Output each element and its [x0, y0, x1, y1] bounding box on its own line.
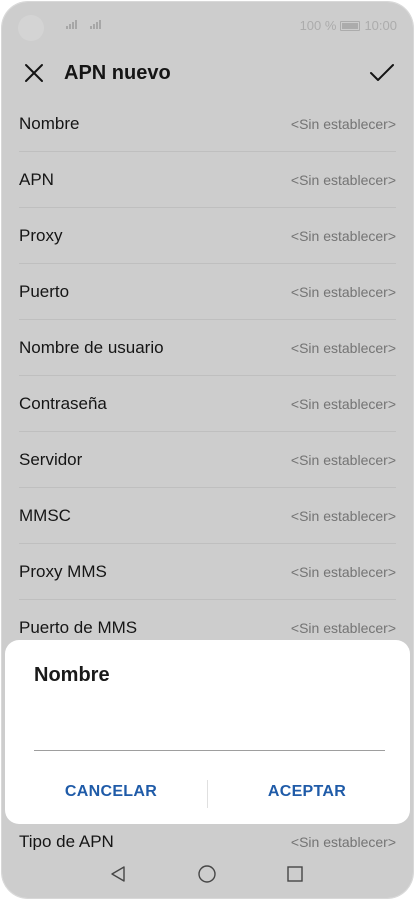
setting-value: <Sin establecer> — [290, 507, 396, 524]
apn-settings-list: Nombre <Sin establecer> APN <Sin estable… — [2, 96, 413, 656]
setting-value: <Sin establecer> — [290, 339, 396, 356]
back-triangle-icon[interactable] — [108, 864, 128, 884]
signal-icon — [66, 20, 77, 29]
setting-row-puerto[interactable]: Puerto <Sin establecer> — [19, 264, 396, 320]
battery-percent: 100 % — [299, 18, 337, 33]
setting-row-proxy-mms[interactable]: Proxy MMS <Sin establecer> — [19, 544, 396, 600]
accept-button[interactable]: ACEPTAR — [217, 772, 397, 812]
dialog-title: Nombre — [34, 664, 110, 686]
setting-label: Tipo de APN — [19, 832, 114, 851]
name-dialog: Nombre CANCELAR ACEPTAR — [5, 640, 410, 824]
cancel-button[interactable]: CANCELAR — [21, 772, 201, 812]
setting-value: <Sin establecer> — [290, 171, 396, 188]
app-header: APN nuevo — [2, 50, 413, 96]
clock: 10:00 — [364, 18, 397, 33]
setting-value: <Sin establecer> — [290, 283, 396, 300]
setting-value: <Sin establecer> — [290, 563, 396, 580]
button-divider — [207, 780, 208, 808]
setting-label: Servidor — [19, 449, 83, 469]
setting-label: Nombre — [19, 113, 80, 133]
close-icon[interactable] — [18, 57, 50, 89]
setting-label: Proxy MMS — [19, 561, 107, 581]
setting-row-servidor[interactable]: Servidor <Sin establecer> — [19, 432, 396, 488]
home-circle-icon[interactable] — [197, 864, 217, 884]
setting-label: Contraseña — [19, 393, 107, 413]
status-right: 100 % 10:00 — [300, 18, 397, 33]
camera-cutout — [18, 15, 44, 41]
setting-label: MMSC — [19, 505, 71, 525]
setting-row-contrasena[interactable]: Contraseña <Sin establecer> — [19, 376, 396, 432]
setting-value: <Sin establecer> — [290, 395, 396, 412]
setting-value: <Sin establecer> — [290, 451, 396, 468]
setting-label: Puerto — [19, 281, 70, 301]
setting-value: <Sin establecer> — [290, 115, 396, 132]
setting-row-nombre[interactable]: Nombre <Sin establecer> — [19, 96, 396, 152]
setting-label: Nombre de usuario — [19, 337, 164, 357]
recents-square-icon[interactable] — [285, 864, 305, 884]
setting-value: <Sin establecer> — [290, 834, 396, 850]
phone-screen: 100 % 10:00 APN nuevo Nombre <Sin establ… — [2, 2, 413, 898]
page-title: APN nuevo — [64, 61, 171, 84]
setting-label: APN — [19, 169, 54, 189]
battery-icon — [340, 20, 361, 31]
name-input[interactable] — [34, 700, 385, 751]
setting-value: <Sin establecer> — [290, 619, 396, 636]
setting-row-proxy[interactable]: Proxy <Sin establecer> — [19, 208, 396, 264]
navigation-bar — [2, 850, 413, 898]
check-icon[interactable] — [367, 58, 397, 88]
signal-icon — [90, 20, 101, 29]
setting-row-usuario[interactable]: Nombre de usuario <Sin establecer> — [19, 320, 396, 376]
setting-value: <Sin establecer> — [290, 227, 396, 244]
status-bar: 100 % 10:00 — [2, 2, 413, 50]
setting-row-apn[interactable]: APN <Sin establecer> — [19, 152, 396, 208]
setting-row-mmsc[interactable]: MMSC <Sin establecer> — [19, 488, 396, 544]
setting-label: Proxy — [19, 225, 63, 245]
setting-label: Puerto de MMS — [19, 617, 138, 637]
